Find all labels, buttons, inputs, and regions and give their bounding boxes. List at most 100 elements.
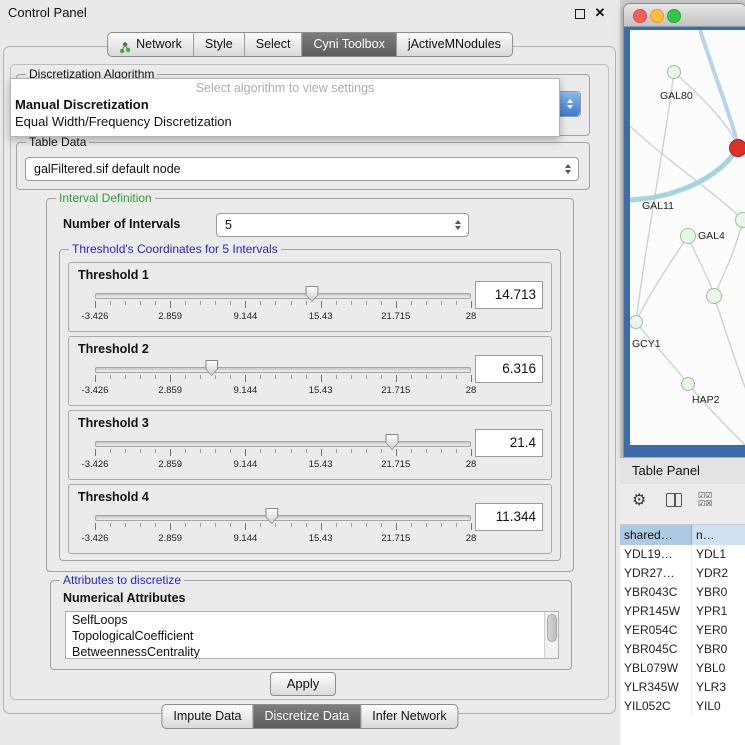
network-node[interactable] (681, 377, 695, 391)
control-panel-titlebar: Control Panel (0, 0, 620, 26)
slider-ticks (95, 301, 471, 309)
combo-stepper-icon[interactable] (561, 161, 575, 177)
threshold-slider[interactable]: -3.4262.8599.14415.4321.71528 (95, 507, 471, 551)
float-window-icon[interactable] (575, 9, 585, 19)
table-row[interactable]: YLR345WYLR3 (620, 678, 745, 697)
tick-label: 28 (466, 459, 477, 470)
tab-style[interactable]: Style (194, 33, 245, 56)
apply-button[interactable]: Apply (270, 672, 336, 696)
slider-thumb[interactable] (386, 434, 399, 450)
table-row[interactable]: YBL079WYBL0 (620, 659, 745, 678)
slider-track[interactable] (95, 367, 471, 373)
threshold-value-field[interactable]: 11.344 (475, 503, 543, 531)
combo-stepper-icon[interactable] (451, 217, 465, 233)
slider-thumb[interactable] (265, 508, 278, 524)
tab-jactivemodules[interactable]: jActiveMNodules (397, 33, 512, 56)
table-row[interactable]: YPR145WYPR1 (620, 602, 745, 621)
algorithm-dropdown: Select algorithm to view settings Manual… (10, 78, 560, 137)
list-scrollbar[interactable] (544, 612, 558, 658)
table-cell: YPR1 (692, 602, 745, 621)
threshold-value-field[interactable]: 14.713 (475, 281, 543, 309)
threshold-value-field[interactable]: 6.316 (475, 355, 543, 383)
interval-definition-group: Interval Definition Number of Intervals … (46, 198, 574, 572)
tab-impute-data[interactable]: Impute Data (162, 705, 253, 728)
threshold-slider[interactable]: -3.4262.8599.14415.4321.71528 (95, 433, 471, 477)
network-node[interactable] (680, 228, 696, 244)
slider-track[interactable] (95, 441, 471, 447)
mac-close-button[interactable] (633, 9, 647, 23)
columns-icon[interactable] (666, 493, 682, 507)
panel-title: Control Panel (8, 0, 87, 26)
tab-infer-network[interactable]: Infer Network (361, 705, 457, 728)
slider-track[interactable] (95, 293, 471, 299)
table-panel-title: Table Panel (620, 463, 700, 478)
dropdown-placeholder: Select algorithm to view settings (11, 79, 559, 95)
threshold-label: Threshold 3 (78, 416, 149, 430)
attribute-list-item[interactable]: TopologicalCoefficient (66, 628, 545, 644)
column-header[interactable]: shared… (620, 525, 692, 545)
threshold-slider[interactable]: -3.4262.8599.14415.4321.71528 (95, 359, 471, 403)
gear-icon[interactable] (632, 490, 646, 510)
tab-label: Impute Data (173, 705, 241, 728)
threshold-value-field[interactable]: 21.4 (475, 429, 543, 457)
table-row[interactable]: YIL052CYIL0 (620, 697, 745, 716)
scrollbar-thumb[interactable] (547, 614, 557, 642)
tab-discretize-data[interactable]: Discretize Data (254, 705, 362, 728)
network-node[interactable] (667, 65, 681, 79)
table-cell: YBL0 (692, 659, 745, 678)
select-columns-icon[interactable] (698, 492, 712, 508)
table-row[interactable]: YDR27…YDR2 (620, 564, 745, 583)
table-cell: YDR2 (692, 564, 745, 583)
table-panel-titlebar: Table Panel (620, 457, 745, 485)
num-intervals-combobox[interactable]: 5 (216, 213, 469, 237)
threshold-panel: Threshold 1 -3.4262.8599.14415.4321.7152… (68, 262, 552, 332)
slider-thumb[interactable] (305, 286, 318, 302)
network-icon (119, 39, 132, 51)
tab-network[interactable]: Network (108, 33, 194, 56)
column-header[interactable]: n… (692, 525, 745, 545)
group-title: Interval Definition (56, 191, 155, 205)
tab-label: Style (205, 33, 233, 56)
threshold-panel: Threshold 2 -3.4262.8599.14415.4321.7152… (68, 336, 552, 406)
slider-track[interactable] (95, 515, 471, 521)
table-row[interactable]: YER054CYER0 (620, 621, 745, 640)
numerical-attributes-list[interactable]: SelfLoopsTopologicalCoefficientBetweenne… (65, 611, 559, 659)
network-node[interactable] (735, 212, 745, 228)
network-canvas[interactable]: GAL80GAL11GAL4GCY1HAP2 (630, 30, 745, 445)
table-row[interactable]: YDL19…YDL1 (620, 545, 745, 564)
close-icon[interactable] (592, 0, 608, 26)
network-view-frame: GAL80GAL11GAL4GCY1HAP2 (624, 27, 745, 457)
attributes-group: Attributes to discretize Numerical Attri… (50, 580, 572, 670)
tab-cyni-toolbox[interactable]: Cyni Toolbox (302, 33, 396, 56)
slider-tick-labels: -3.4262.8599.14415.4321.71528 (95, 533, 471, 545)
table-row[interactable]: YBR043CYBR0 (620, 583, 745, 602)
tab-label: Cyni Toolbox (313, 33, 384, 56)
combo-value: galFiltered.sif default node (34, 162, 181, 176)
num-intervals-label: Number of Intervals (63, 217, 180, 231)
table-cell: YPR145W (620, 602, 692, 621)
attribute-list-item[interactable]: SelfLoops (66, 612, 545, 628)
dropdown-option[interactable]: Manual Discretization (11, 95, 559, 112)
tick-label: 2.859 (158, 385, 182, 396)
slider-thumb[interactable] (205, 360, 218, 376)
mac-zoom-button[interactable] (667, 9, 681, 23)
list-items: SelfLoopsTopologicalCoefficientBetweenne… (66, 612, 545, 658)
node-table-body: YDL19…YDL1YDR27…YDR2YBR043CYBR0YPR145WYP… (620, 545, 745, 716)
group-title: Threshold's Coordinates for 5 Intervals (69, 242, 281, 256)
combo-stepper-icon[interactable] (560, 92, 580, 116)
mac-minimize-button[interactable] (650, 9, 664, 23)
tick-label: 28 (466, 533, 477, 544)
table-row[interactable]: YBR045CYBR0 (620, 640, 745, 659)
tick-label: 15.43 (309, 459, 333, 470)
threshold-slider[interactable]: -3.4262.8599.14415.4321.71528 (95, 285, 471, 329)
network-node[interactable] (706, 288, 722, 304)
table-cell: YIL052C (620, 697, 692, 716)
network-window: GAL80GAL11GAL4GCY1HAP2 (623, 3, 745, 458)
selected-node[interactable] (729, 139, 745, 157)
table-data-combobox[interactable]: galFiltered.sif default node (25, 157, 579, 181)
top-tab-bar: Network Style Select Cyni Toolbox jActiv… (107, 32, 513, 57)
dropdown-option[interactable]: Equal Width/Frequency Discretization (11, 112, 559, 129)
attribute-list-item[interactable]: BetweennessCentrality (66, 644, 545, 659)
tab-select[interactable]: Select (245, 33, 303, 56)
table-cell: YLR345W (620, 678, 692, 697)
